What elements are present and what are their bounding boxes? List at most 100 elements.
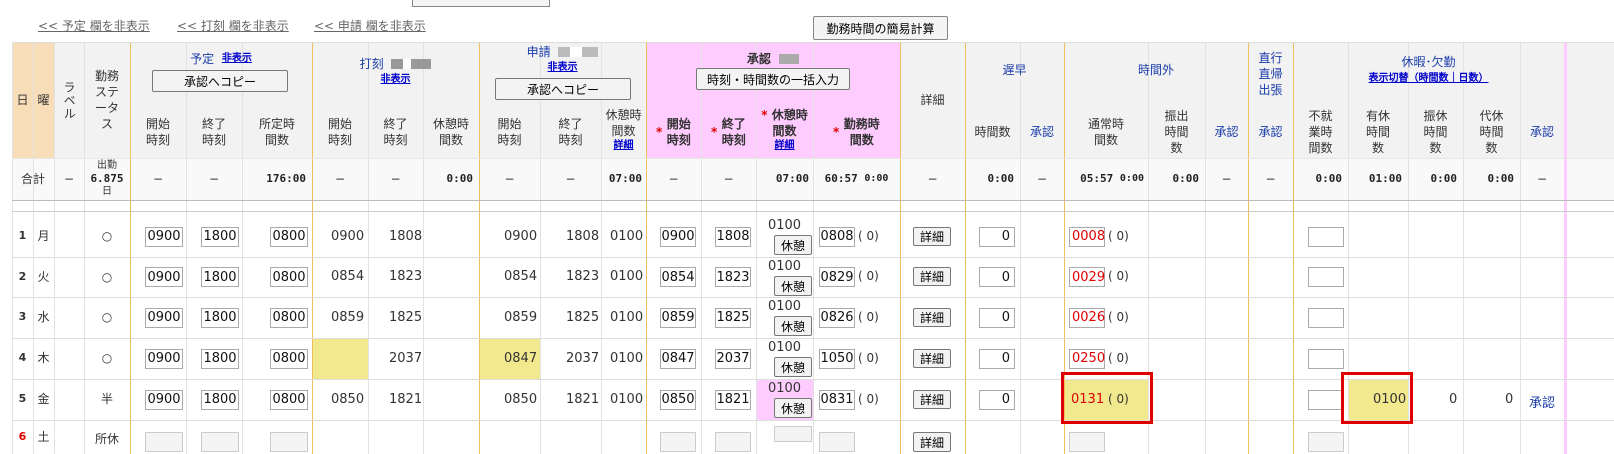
approval-work-input[interactable]: 0829: [819, 267, 855, 287]
break-button[interactable]: 休憩: [774, 316, 812, 336]
request-break: 0100: [610, 391, 644, 407]
approval-work-input[interactable]: 0826: [819, 307, 855, 328]
approval-end-input[interactable]: 2037: [715, 348, 751, 369]
totals-s-start: −: [152, 171, 164, 186]
row6-detail-button[interactable]: 詳細: [913, 432, 951, 452]
header-schedule: 予定 非表示: [190, 51, 252, 66]
absence-hours-input[interactable]: [1308, 307, 1344, 328]
overtime-normal-input[interactable]: 0026: [1069, 307, 1105, 328]
early-hours-input[interactable]: 0: [979, 307, 1015, 328]
schedule-start-input[interactable]: 0900: [145, 389, 183, 410]
header-early-approve: 承認: [1029, 124, 1054, 139]
request-hide-link[interactable]: 非表示: [479, 60, 646, 76]
approval-start-input[interactable]: 0850: [660, 389, 696, 410]
approval-end-input[interactable]: 1825: [715, 307, 751, 328]
absence-hours-input[interactable]: [1308, 267, 1344, 287]
row6-break-input[interactable]: [774, 426, 812, 442]
header-direct: 直行直帰出張: [1258, 50, 1283, 98]
schedule-end-input[interactable]: 1800: [201, 267, 239, 287]
comp-day-value: 0: [1449, 391, 1458, 407]
schedule-hours-input[interactable]: 0800: [270, 389, 308, 410]
top-cut-button[interactable]: [412, 0, 550, 7]
hide-stamp-link[interactable]: << 打刻 欄を非表示: [177, 17, 289, 34]
header-absence: 不就業時間数: [1308, 108, 1333, 156]
schedule-copy-button[interactable]: 承認へコピー: [152, 70, 288, 92]
break-button[interactable]: 休憩: [774, 398, 812, 418]
header-ot-normal: 通常時間数: [1087, 116, 1124, 147]
schedule-hours-input[interactable]: 0800: [270, 307, 308, 328]
approval-work-input[interactable]: 1050: [819, 348, 855, 369]
row6-input[interactable]: [145, 432, 183, 452]
early-hours-input[interactable]: 0: [979, 348, 1015, 369]
approval-end-input[interactable]: 1808: [715, 226, 751, 247]
absence-hours-input[interactable]: [1308, 389, 1344, 410]
overtime-paren: ( 0): [1108, 309, 1129, 324]
schedule-hide-link[interactable]: 非表示: [222, 52, 252, 66]
schedule-start-input[interactable]: 0900: [145, 348, 183, 369]
overtime-normal-input[interactable]: 0250: [1069, 348, 1105, 369]
row6-input[interactable]: [1308, 432, 1344, 452]
hide-schedule-link[interactable]: << 予定 欄を非表示: [38, 17, 150, 34]
detail-button[interactable]: 詳細: [913, 307, 951, 327]
row6-input[interactable]: [715, 432, 751, 452]
schedule-end-input[interactable]: 1800: [201, 389, 239, 410]
redacted-name-3: [779, 54, 800, 64]
row6-input[interactable]: [819, 432, 855, 452]
request-start: 0859: [504, 309, 538, 325]
overtime-normal-input[interactable]: 0008: [1069, 226, 1105, 247]
schedule-end-input[interactable]: 1800: [201, 348, 239, 369]
absence-hours-input[interactable]: [1308, 348, 1344, 369]
header-req-end: 終了時刻: [558, 116, 583, 147]
stamp-start: 0859: [331, 309, 365, 325]
header-early-late: 遅早: [1002, 62, 1027, 77]
appr-break-detail-link[interactable]: 詳細: [775, 139, 795, 153]
approval-work-paren: ( 0): [858, 391, 879, 406]
break-button[interactable]: 休憩: [774, 357, 812, 377]
leave-approve-link[interactable]: 承認: [1529, 392, 1555, 411]
break-button[interactable]: 休憩: [774, 235, 812, 255]
overtime-normal-input[interactable]: 0029: [1069, 267, 1105, 287]
header-stamp-start: 開始時刻: [327, 116, 352, 147]
display-toggle-link[interactable]: 表示切替（時間数｜日数）: [1293, 72, 1564, 86]
schedule-start-input[interactable]: 0900: [145, 267, 183, 287]
approval-work-input[interactable]: 0831: [819, 389, 855, 410]
early-hours-input[interactable]: 0: [979, 226, 1015, 247]
schedule-end-input[interactable]: 1800: [201, 226, 239, 247]
detail-button[interactable]: 詳細: [913, 348, 951, 368]
row6-input[interactable]: [660, 432, 696, 452]
schedule-start-input[interactable]: 0900: [145, 226, 183, 247]
detail-button[interactable]: 詳細: [913, 267, 951, 286]
redacted-name: [391, 59, 432, 69]
bulk-input-button[interactable]: 時刻・時間数の一括入力: [696, 68, 850, 90]
row6-input[interactable]: [201, 432, 239, 452]
req-break-detail-link[interactable]: 詳細: [614, 139, 634, 153]
approval-start-input[interactable]: 0847: [660, 348, 696, 369]
approval-start-input[interactable]: 0859: [660, 307, 696, 328]
totals-p-start: −: [334, 171, 346, 186]
approval-work-input[interactable]: 0808: [819, 226, 855, 247]
approval-end-input[interactable]: 1821: [715, 389, 751, 410]
row6-input[interactable]: [1069, 432, 1105, 452]
early-hours-input[interactable]: 0: [979, 389, 1015, 410]
approval-end-input[interactable]: 1823: [715, 267, 751, 287]
schedule-hours-input[interactable]: 0800: [270, 348, 308, 369]
break-button[interactable]: 休憩: [774, 276, 812, 296]
schedule-hours-input[interactable]: 0800: [270, 267, 308, 287]
absence-hours-input[interactable]: [1308, 226, 1344, 247]
row6-input[interactable]: [270, 432, 308, 452]
schedule-start-input[interactable]: 0900: [145, 307, 183, 328]
stamp-hide-link[interactable]: 非表示: [312, 72, 479, 88]
request-copy-button[interactable]: 承認へコピー: [495, 78, 631, 100]
approval-start-input[interactable]: 0854: [660, 267, 696, 287]
approval-start-input[interactable]: 0900: [660, 226, 696, 247]
work-time-calc-button[interactable]: 勤務時間の簡易計算: [813, 16, 948, 40]
schedule-end-input[interactable]: 1800: [201, 307, 239, 328]
detail-button[interactable]: 詳細: [913, 389, 951, 409]
totals-request-break: 07:00: [608, 171, 642, 185]
row-day: 4: [18, 351, 27, 365]
early-hours-input[interactable]: 0: [979, 267, 1015, 287]
detail-button[interactable]: 詳細: [913, 226, 951, 246]
schedule-hours-input[interactable]: 0800: [270, 226, 308, 247]
totals-direct: −: [1265, 171, 1276, 186]
hide-request-link[interactable]: << 申請 欄を非表示: [314, 17, 426, 34]
